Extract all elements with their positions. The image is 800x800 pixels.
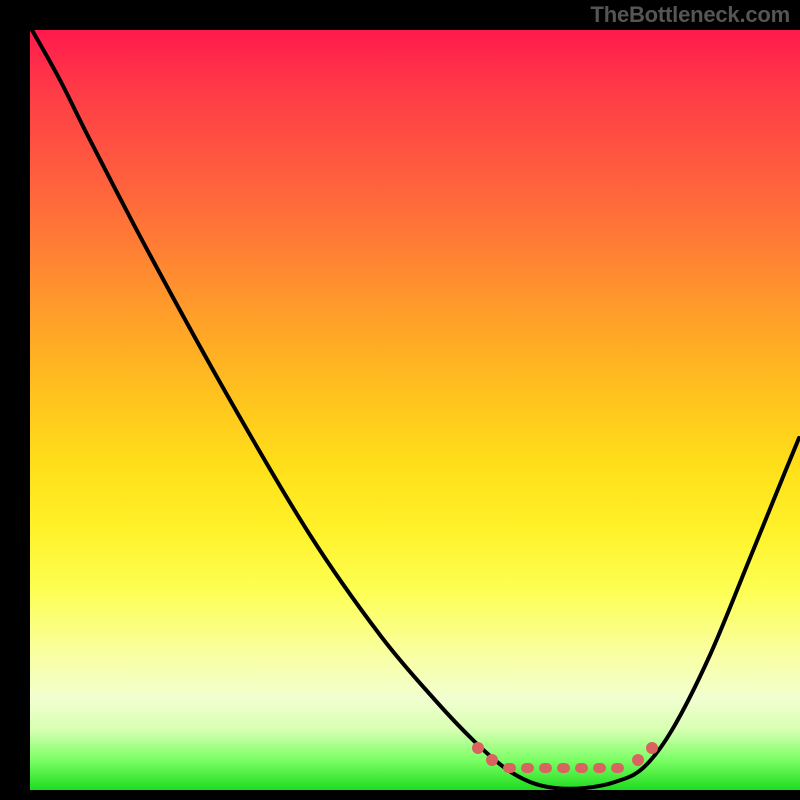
optimal-band-dot — [632, 754, 644, 766]
optimal-band-dot — [472, 742, 484, 754]
optimal-band-dot — [646, 742, 658, 754]
chart-stage: TheBottleneck.com — [0, 0, 800, 800]
bottleneck-curve — [32, 30, 799, 789]
attribution-text: TheBottleneck.com — [590, 2, 790, 28]
optimal-band-dot — [486, 754, 498, 766]
plot-area — [30, 30, 800, 790]
bottleneck-curve-svg — [30, 30, 800, 790]
